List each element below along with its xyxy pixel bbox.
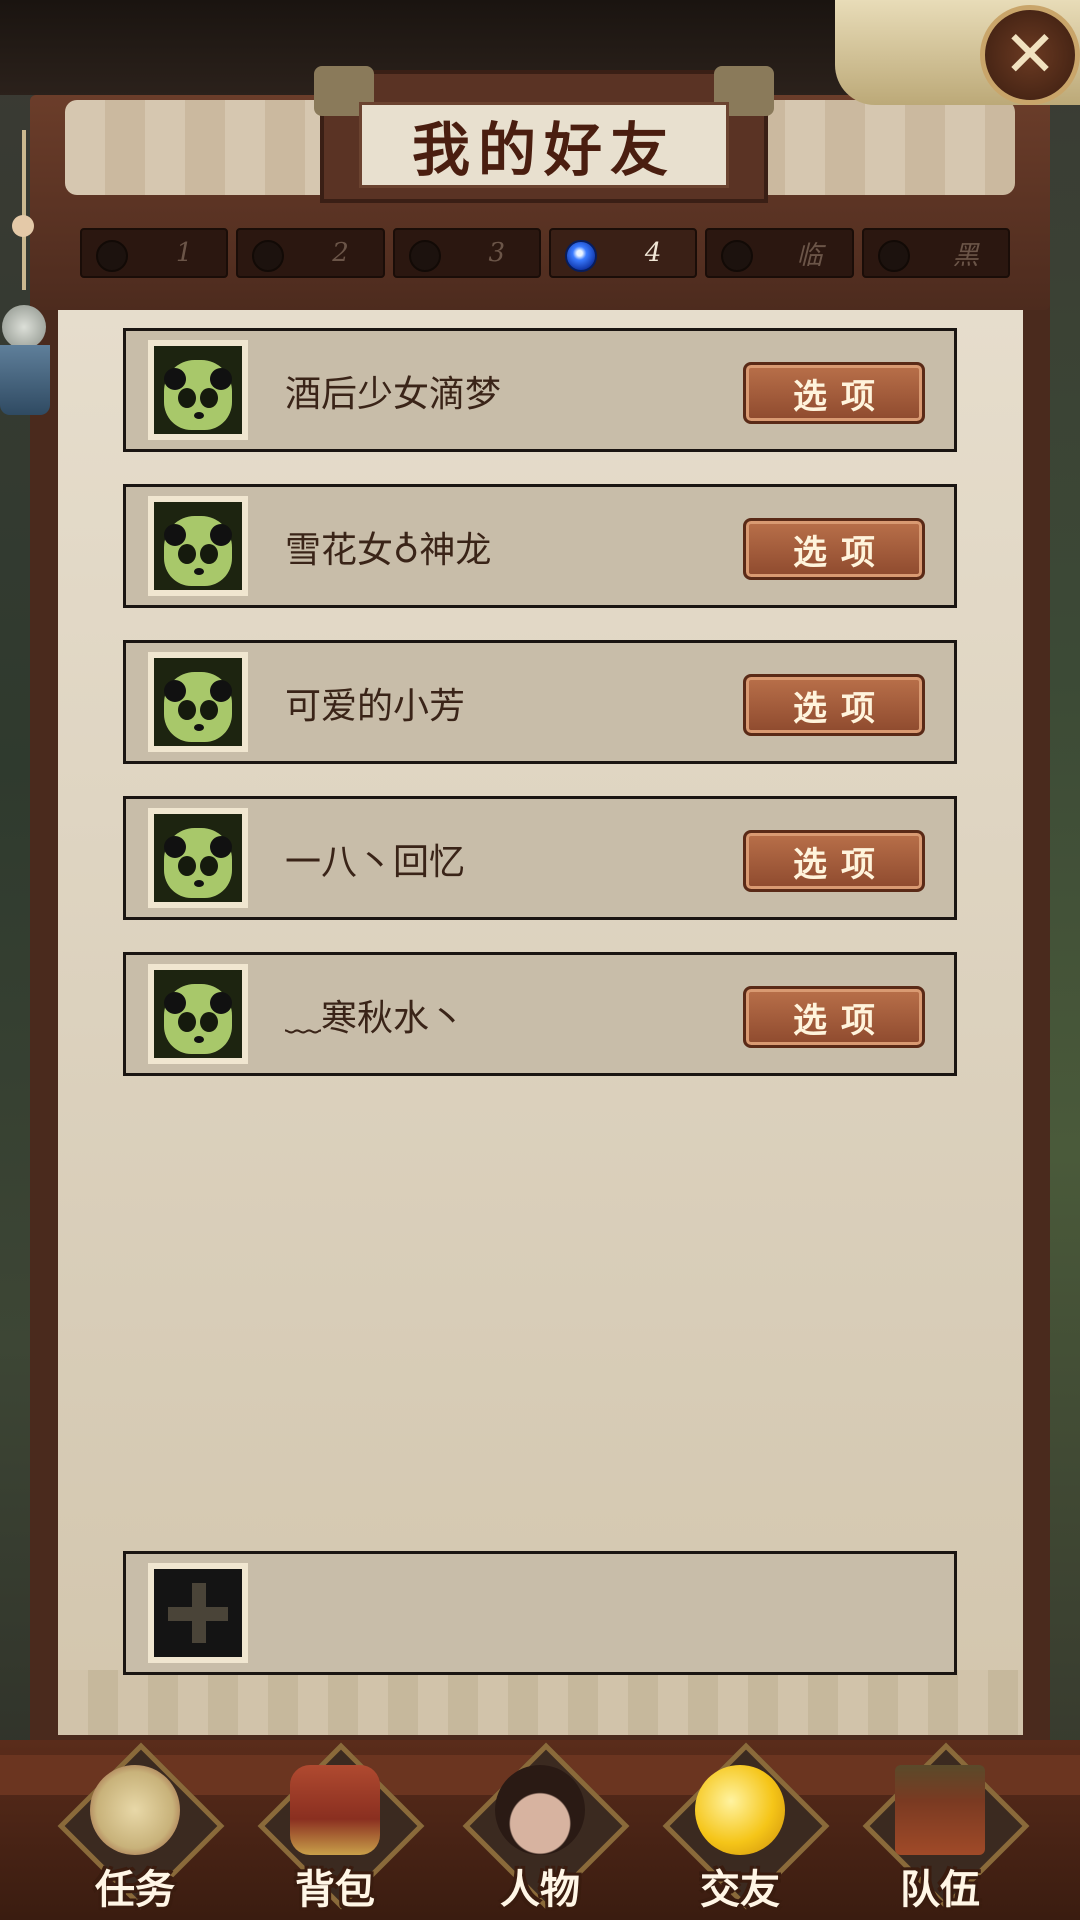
avatar[interactable]	[148, 808, 248, 908]
tab-temporary[interactable]: 临	[705, 228, 854, 278]
title-frame: 我的好友	[359, 102, 729, 188]
plus-icon	[154, 1569, 242, 1657]
friend-name: 酒后少女滴梦	[285, 374, 502, 415]
scroll-icon	[90, 1765, 180, 1855]
friend-row[interactable]: 雪花女♁神龙 选项	[123, 484, 957, 608]
options-button[interactable]: 选项	[743, 362, 925, 424]
nav-character[interactable]: 人物	[455, 1742, 630, 1915]
tab-indicator-active-icon	[564, 240, 597, 272]
panda-avatar-icon	[154, 970, 242, 1058]
paper-wave-border	[58, 1670, 1023, 1735]
tab-indicator-icon	[252, 240, 285, 272]
options-button[interactable]: 选项	[743, 518, 925, 580]
avatar[interactable]	[148, 340, 248, 440]
tab-3[interactable]: 3	[392, 228, 541, 278]
avatar[interactable]	[148, 964, 248, 1064]
group-tabs: 1 2 3 4 临 黑	[80, 228, 1010, 278]
panda-avatar-icon	[154, 814, 242, 902]
panda-avatar-icon	[154, 502, 242, 590]
nav-team[interactable]: 队伍	[855, 1742, 1030, 1915]
character-portrait-icon	[495, 1765, 585, 1855]
tab-1[interactable]: 1	[80, 228, 229, 278]
add-friend-button[interactable]	[148, 1563, 248, 1663]
tab-blacklist[interactable]: 黑	[861, 228, 1010, 278]
friend-list: 酒后少女滴梦 选项 雪花女♁神龙 选项 可爱的小芳 选项 一八丶回忆 选项 ﹏寒…	[123, 328, 957, 1108]
title-plate: 我的好友	[314, 66, 774, 203]
friend-row[interactable]: 一八丶回忆 选项	[123, 796, 957, 920]
tab-indicator-icon	[721, 240, 754, 272]
nav-bag[interactable]: 背包	[250, 1742, 425, 1915]
treasure-chest-icon	[290, 1765, 380, 1855]
tassel-icon	[0, 345, 50, 415]
tab-2[interactable]: 2	[236, 228, 385, 278]
friend-row[interactable]: 可爱的小芳 选项	[123, 640, 957, 764]
panda-avatar-icon	[154, 658, 242, 746]
close-button[interactable]: ✕	[980, 5, 1080, 105]
smiley-faces-icon	[695, 1765, 785, 1855]
nav-tasks[interactable]: 任务	[50, 1742, 225, 1915]
tab-indicator-icon	[96, 240, 128, 272]
friend-name: ﹏寒秋水丶	[285, 998, 466, 1039]
friend-name: 一八丶回忆	[285, 842, 466, 883]
tab-4[interactable]: 4	[548, 228, 698, 278]
tab-indicator-icon	[408, 240, 441, 272]
friend-row[interactable]: 酒后少女滴梦 选项	[123, 328, 957, 452]
nav-friends[interactable]: 交友	[655, 1742, 830, 1915]
friend-row[interactable]: ﹏寒秋水丶 选项	[123, 952, 957, 1076]
avatar[interactable]	[148, 496, 248, 596]
close-icon: ✕	[1003, 18, 1057, 92]
options-button[interactable]: 选项	[743, 674, 925, 736]
tassel-bead-icon	[12, 215, 34, 237]
tab-indicator-icon	[877, 240, 910, 272]
friend-name: 雪花女♁神龙	[285, 530, 492, 571]
panda-avatar-icon	[154, 346, 242, 434]
options-button[interactable]: 选项	[743, 830, 925, 892]
avatar[interactable]	[148, 652, 248, 752]
jade-pendant-icon	[2, 305, 46, 349]
page-title: 我的好友	[411, 116, 676, 184]
banner-flag-icon	[895, 1765, 985, 1855]
options-button[interactable]: 选项	[743, 986, 925, 1048]
add-friend-row[interactable]	[123, 1551, 957, 1675]
tassel-string	[22, 130, 26, 290]
friend-name: 可爱的小芳	[285, 686, 466, 727]
